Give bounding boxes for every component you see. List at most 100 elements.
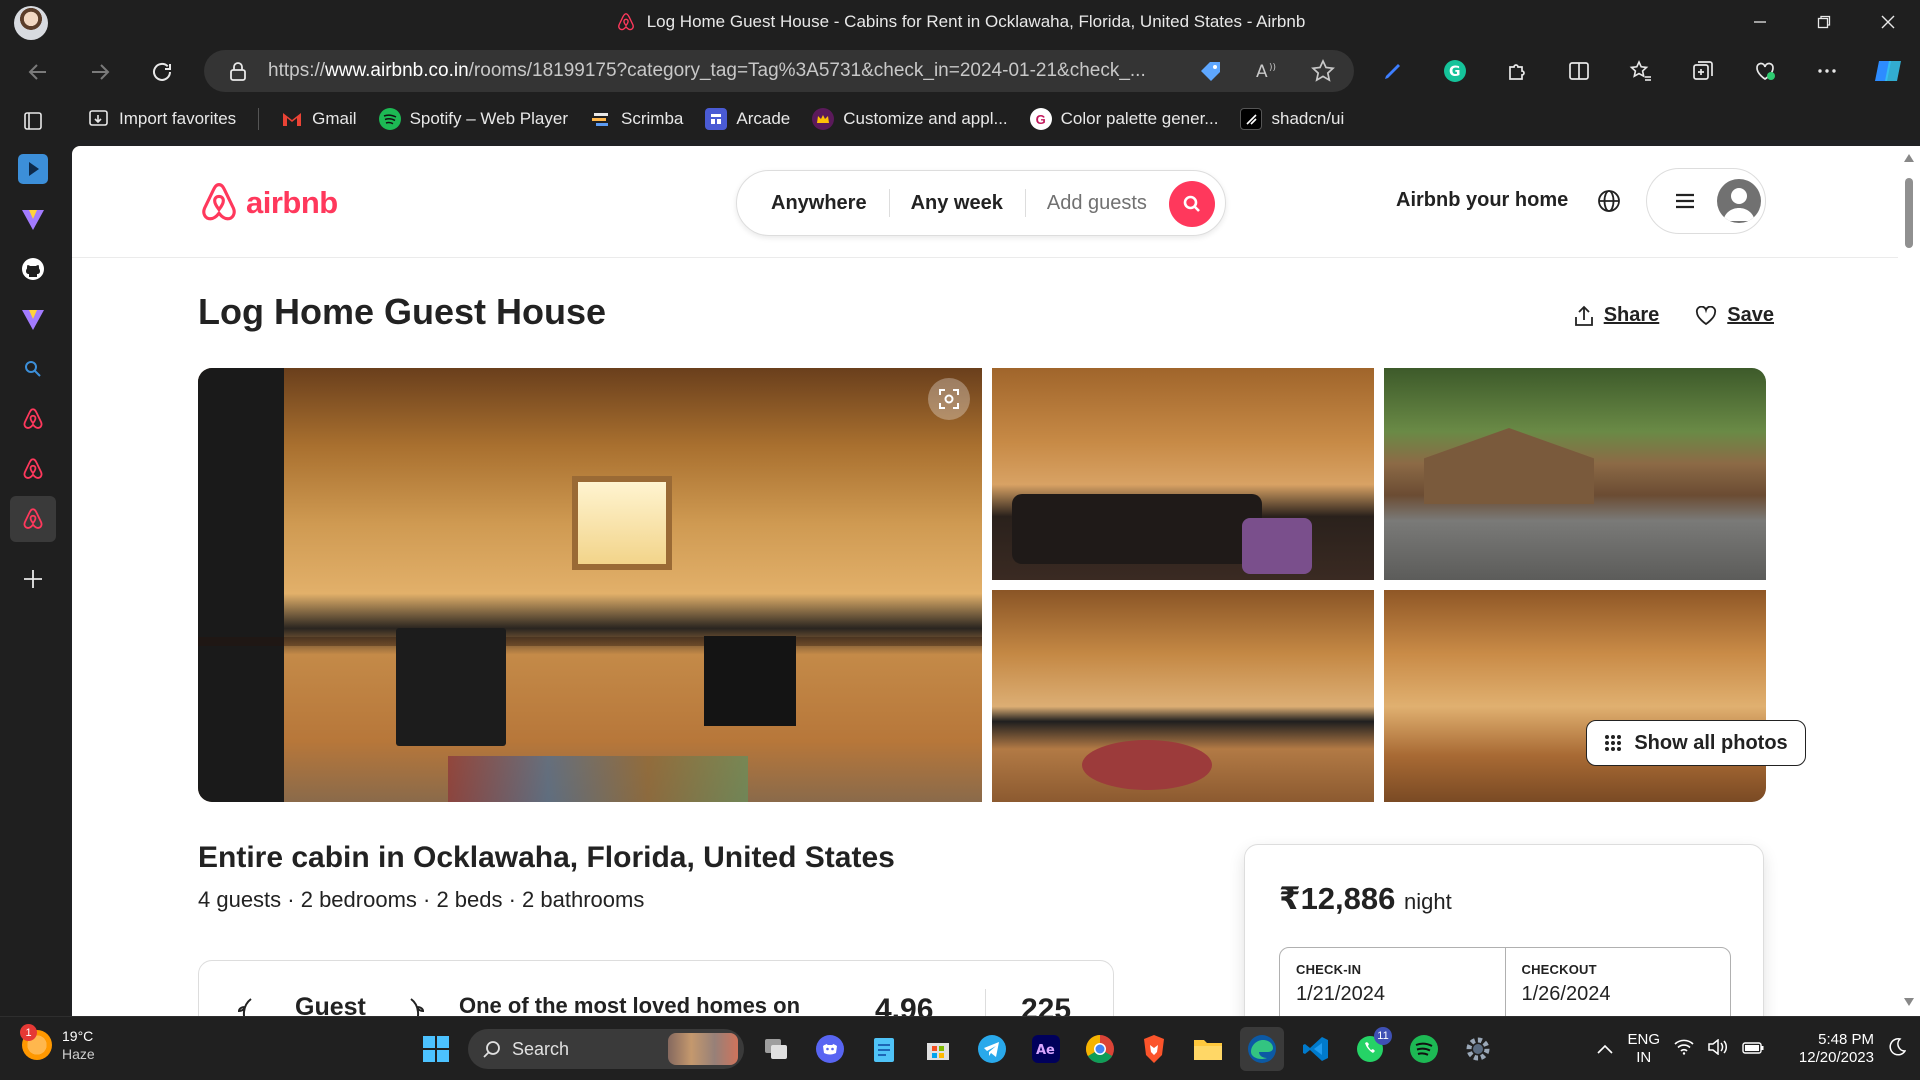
extension-pen-icon[interactable] [1362,44,1424,98]
tab-actions-icon[interactable] [10,98,56,144]
weather-widget[interactable]: 1 19°C Haze [20,1024,95,1063]
new-tab-plus-icon[interactable] [10,556,56,602]
checkout-field[interactable]: CHECKOUT 1/26/2024 [1504,948,1731,1016]
bookmark-gmail[interactable]: Gmail [281,108,357,130]
search-anywhere[interactable]: Anywhere [737,185,889,221]
task-view-icon[interactable] [754,1027,798,1071]
discord-icon[interactable] [808,1027,852,1071]
chevron-up-icon[interactable] [1597,1041,1614,1058]
bookmark-scrimba[interactable]: Scrimba [590,108,683,130]
globe-icon[interactable] [1596,188,1622,219]
edge-icon[interactable] [1240,1027,1284,1071]
search-button[interactable] [1169,181,1215,227]
page-scrollbar[interactable] [1898,146,1920,1016]
scrollbar-thumb[interactable] [1905,178,1913,248]
user-menu-button[interactable] [1646,168,1766,234]
favorite-star-icon[interactable] [1310,58,1336,90]
bookmark-arcade[interactable]: Arcade [705,108,790,130]
search-tab-icon[interactable] [10,346,56,392]
most-loved-text: One of the most loved homes on [459,993,801,1016]
page-viewport: airbnb Anywhere Any week Add guests Airb… [72,146,1898,1016]
bookmark-customize[interactable]: Customize and appl... [812,108,1008,130]
vscode-icon[interactable] [1294,1027,1338,1071]
photo-dining-kitchen[interactable] [992,590,1374,802]
close-icon[interactable] [1856,0,1920,44]
browser-essentials-icon[interactable] [1734,44,1796,98]
whatsapp-icon[interactable]: 11 [1348,1027,1392,1071]
checkin-field[interactable]: CHECK-IN 1/21/2024 [1280,948,1505,1016]
search-any-week[interactable]: Any week [888,185,1025,221]
spotify-icon[interactable] [1402,1027,1446,1071]
grammarly-icon[interactable]: G [1424,44,1486,98]
search-add-guests[interactable]: Add guests [1024,185,1169,221]
clock[interactable]: 5:48 PM 12/20/2023 [1778,1031,1874,1067]
bookmark-label: Gmail [312,109,357,128]
collections-icon[interactable] [1672,44,1734,98]
read-aloud-icon[interactable]: A)) [1254,59,1280,89]
photo-kitchen[interactable] [198,368,982,802]
forward-icon[interactable] [82,54,118,90]
more-options-icon[interactable] [1796,44,1858,98]
wifi-icon[interactable] [1674,1039,1694,1059]
svg-text:Ae: Ae [1036,1043,1055,1058]
photo-detail-sofa [1012,494,1262,564]
grid-dots-icon [1605,735,1622,751]
photo-great-room[interactable] [1384,590,1766,802]
url-input[interactable]: https://www.airbnb.co.in/rooms/18199175?… [204,50,1354,92]
airbnb-your-home-link[interactable]: Airbnb your home [1396,189,1568,212]
photo-detail-table [1082,740,1212,790]
battery-icon[interactable] [1742,1041,1764,1058]
lock-icon[interactable] [228,61,248,81]
favorites-icon[interactable] [1610,44,1672,98]
vite-tab-icon[interactable] [10,296,56,342]
show-all-photos-label: Show all photos [1634,731,1788,754]
windows-start-icon[interactable] [414,1027,458,1071]
after-effects-icon[interactable]: Ae [1024,1027,1068,1071]
airbnb-tab-icon[interactable] [10,496,56,542]
chrome-icon[interactable] [1078,1027,1122,1071]
notepad-icon[interactable] [862,1027,906,1071]
bookmark-shadcn[interactable]: shadcn/ui [1240,108,1344,130]
photo-exterior[interactable] [1384,368,1766,580]
visual-search-icon[interactable] [928,378,970,420]
vite-tab-icon[interactable] [10,196,56,242]
bookmark-spotify[interactable]: Spotify – Web Player [378,108,568,130]
share-button[interactable]: Share [1574,304,1659,327]
coupon-tag-icon[interactable] [1198,59,1224,89]
github-tab-icon[interactable] [10,246,56,292]
notifications-moon-icon[interactable] [1888,1038,1907,1060]
language-indicator[interactable]: ENG IN [1627,1031,1660,1067]
back-icon[interactable] [20,54,56,90]
airbnb-logo[interactable]: airbnb [198,180,338,226]
taskbar-search[interactable]: Search [468,1029,744,1069]
bookmark-color-palette[interactable]: G Color palette gener... [1029,108,1218,130]
airbnb-tab-icon[interactable] [10,446,56,492]
brave-icon[interactable] [1132,1027,1176,1071]
split-screen-icon[interactable] [1548,44,1610,98]
airbnb-tab-icon[interactable] [10,396,56,442]
photo-living-room[interactable] [992,368,1374,580]
file-explorer-icon[interactable] [1186,1027,1230,1071]
refresh-icon[interactable] [144,54,180,90]
taskbar-apps: Search Ae 11 [414,1017,1500,1080]
minimize-icon[interactable] [1728,0,1792,44]
scroll-up-arrow-icon[interactable] [1904,154,1914,162]
copilot-icon[interactable] [1858,44,1920,98]
bookmark-import-favorites[interactable]: Import favorites [88,108,236,130]
reviews-count[interactable]: 225 [1021,993,1071,1016]
show-all-photos-button[interactable]: Show all photos [1586,720,1806,766]
volume-icon[interactable] [1708,1038,1728,1059]
media-tab-icon[interactable] [10,146,56,192]
extensions-puzzle-icon[interactable] [1486,44,1548,98]
telegram-icon[interactable] [970,1027,1014,1071]
date-picker[interactable]: CHECK-IN 1/21/2024 CHECKOUT 1/26/2024 [1279,947,1731,1016]
scroll-down-arrow-icon[interactable] [1904,998,1914,1006]
search-bar[interactable]: Anywhere Any week Add guests [736,170,1226,236]
url-host: www.airbnb.co.in [325,60,469,81]
save-button[interactable]: Save [1695,304,1774,327]
restore-icon[interactable] [1792,0,1856,44]
microsoft-store-icon[interactable] [916,1027,960,1071]
settings-gear-icon[interactable] [1456,1027,1500,1071]
region-code: IN [1636,1049,1652,1066]
language-code: ENG [1627,1031,1660,1048]
